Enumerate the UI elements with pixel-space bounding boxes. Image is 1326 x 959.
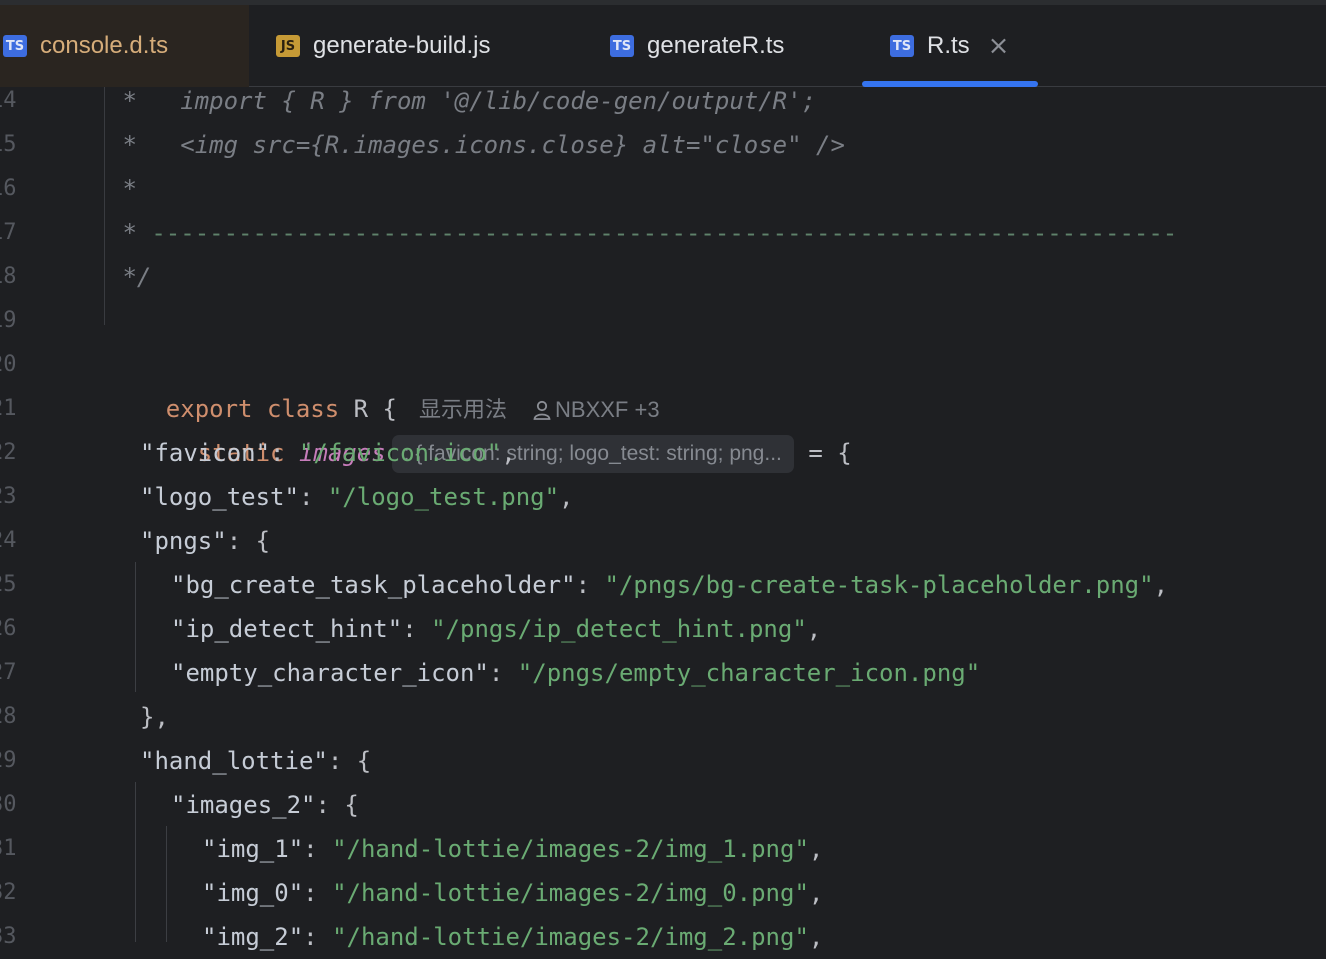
typescript-file-icon: TS [610, 35, 634, 57]
tab-generate-build-js[interactable]: JS generate-build.js [276, 5, 490, 87]
code-line-27: "empty_character_icon": "/pngs/empty_cha… [171, 659, 981, 687]
javascript-file-icon: JS [276, 35, 300, 57]
line-number: 21 [0, 396, 17, 421]
line-number: 27 [0, 660, 17, 685]
editor-tab-bar: TS console.d.ts JS generate-build.js TS … [0, 5, 1326, 87]
code-line-15: * <img src={R.images.icons.close} alt="c… [108, 131, 845, 159]
code-line-16: * [108, 175, 137, 203]
code-line-23: "logo_test": "/logo_test.png", [140, 483, 574, 511]
line-number: 29 [0, 748, 17, 773]
code-line-28: }, [140, 703, 169, 731]
code-line-20: export class R {显示用法 NBXXF +3 [165, 395, 660, 423]
typescript-file-icon: TS [3, 35, 27, 57]
code-line-21: static images: { favicon: string; logo_t… [140, 387, 852, 473]
code-line-18: */ [108, 263, 152, 291]
indent-guide [135, 782, 136, 942]
tab-label: R.ts [927, 32, 970, 59]
code-line-24: "pngs": { [140, 527, 271, 555]
line-number: 25 [0, 572, 17, 597]
tab-label: console.d.ts [40, 32, 169, 59]
code-line-29: "hand_lottie": { [140, 747, 372, 775]
code-line-25: "bg_create_task_placeholder": "/pngs/bg-… [171, 571, 1169, 599]
line-number: 33 [0, 924, 17, 949]
comment-fold-guide [104, 87, 105, 325]
line-number-gutter: 14 15 16 17 18 19 20 21 22 23 24 25 26 2… [0, 87, 60, 949]
code-line-32: "img_0": "/hand-lottie/images-2/img_0.pn… [202, 879, 824, 907]
code-line-33: "img_2": "/hand-lottie/images-2/img_2.pn… [202, 923, 824, 951]
line-number: 22 [0, 440, 17, 465]
line-number: 23 [0, 484, 17, 509]
line-number: 16 [0, 176, 17, 201]
code-line-26: "ip_detect_hint": "/pngs/ip_detect_hint.… [171, 615, 822, 643]
line-number: 17 [0, 220, 17, 245]
line-number: 18 [0, 264, 17, 289]
line-number: 26 [0, 616, 17, 641]
line-number: 15 [0, 132, 17, 157]
code-line-17: * --------------------------------------… [108, 219, 1178, 247]
line-number: 28 [0, 704, 17, 729]
code-line-14: * import { R } from '@/lib/code-gen/outp… [108, 87, 817, 115]
line-number: 19 [0, 308, 17, 333]
code-line-30: "images_2": { [171, 791, 359, 819]
line-number: 24 [0, 528, 17, 553]
line-number: 31 [0, 836, 17, 861]
typescript-file-icon: TS [890, 35, 914, 57]
line-number: 30 [0, 792, 17, 817]
indent-guide [166, 826, 167, 942]
indent-guide [135, 562, 136, 692]
code-line-22: "favicon": "/favicon.ico", [140, 439, 516, 467]
close-icon[interactable]: × [988, 31, 1010, 61]
line-number: 14 [0, 88, 17, 113]
tab-generater-ts[interactable]: TS generateR.ts [610, 5, 784, 87]
line-number: 20 [0, 352, 17, 377]
tab-console-d-ts[interactable]: TS console.d.ts [0, 5, 249, 87]
tab-r-ts-active[interactable]: TS R.ts × [890, 5, 1009, 87]
active-tab-indicator [862, 81, 1038, 87]
tab-label: generate-build.js [313, 32, 491, 59]
line-number: 32 [0, 880, 17, 905]
code-line-31: "img_1": "/hand-lottie/images-2/img_1.pn… [202, 835, 824, 863]
tab-label: generateR.ts [647, 32, 785, 59]
